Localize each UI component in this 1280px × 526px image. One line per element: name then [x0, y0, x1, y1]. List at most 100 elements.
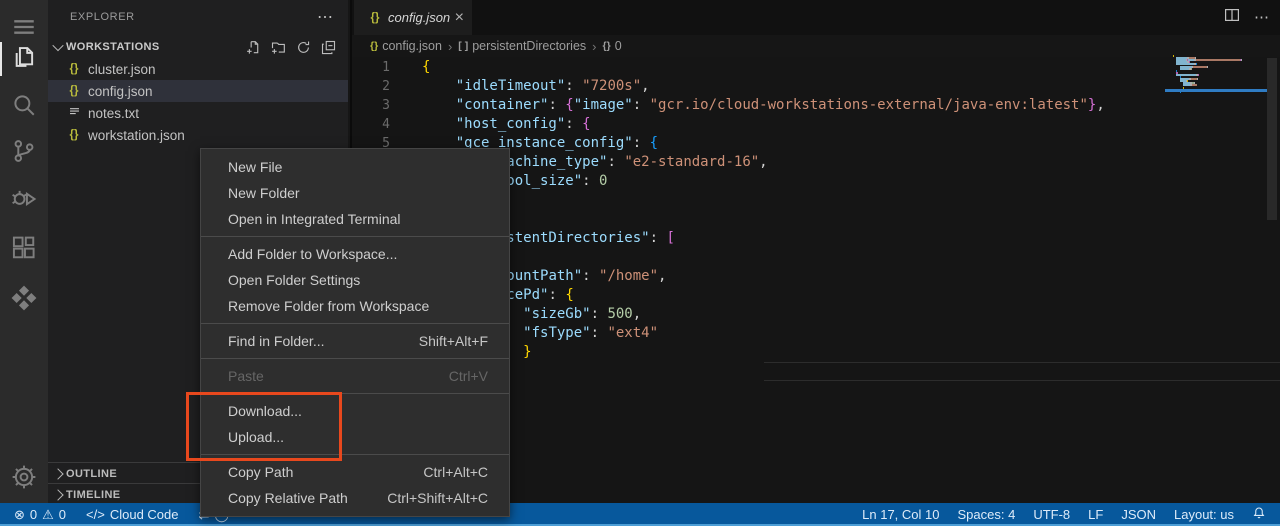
sidebar-header: EXPLORER ⋯ — [48, 0, 348, 34]
extensions-icon — [11, 235, 37, 266]
ide-window: EXPLORER ⋯ WORKSTATIONS {}cluster.json{}… — [0, 0, 1280, 526]
line-number: 4 — [352, 115, 390, 134]
menu-item-download[interactable]: Download... — [201, 398, 509, 424]
menu-separator — [201, 393, 509, 394]
refresh-icon[interactable] — [295, 39, 311, 55]
sidebar-more-actions-icon[interactable]: ⋯ — [317, 7, 334, 27]
menu-item-find-in-folder[interactable]: Find in Folder...Shift+Alt+F — [201, 328, 509, 354]
activity-bar-item-run-debug[interactable] — [0, 178, 48, 224]
status-text: 0 — [59, 507, 66, 522]
minimap-line — [1173, 55, 1174, 57]
file-item-config.json[interactable]: {}config.json — [48, 80, 348, 102]
minimap[interactable] — [1173, 0, 1265, 503]
close-icon[interactable]: × — [455, 10, 464, 26]
activity-bar-item-search[interactable] — [0, 84, 48, 130]
status-encoding[interactable]: UTF-8 — [1033, 507, 1070, 522]
activity-bar-item-settings[interactable] — [0, 456, 48, 502]
menu-item-open-folder-settings[interactable]: Open Folder Settings — [201, 267, 509, 293]
file-item-cluster.json[interactable]: {}cluster.json — [48, 58, 348, 80]
menu-item-label: New File — [228, 159, 488, 175]
new-file-icon[interactable] — [245, 39, 261, 55]
file-name: notes.txt — [88, 106, 139, 121]
breadcrumb-item[interactable]: config.json — [382, 39, 442, 53]
activity-bar-item-source-control[interactable] — [0, 130, 48, 176]
activity-bar-item-cloud-code[interactable] — [0, 277, 48, 323]
minimap-line — [1198, 74, 1199, 76]
files-icon — [11, 44, 37, 75]
workspace-section-header[interactable]: WORKSTATIONS — [48, 36, 348, 58]
status-bar-right: Ln 17, Col 10 Spaces: 4 UTF-8 LF JSON Layout:… — [862, 506, 1280, 523]
new-folder-icon[interactable] — [270, 39, 286, 55]
menu-item-shortcut: Ctrl+Shift+Alt+C — [387, 490, 488, 506]
menu-item-copy-path[interactable]: Copy PathCtrl+Alt+C — [201, 459, 509, 485]
minimap-line — [1183, 84, 1190, 86]
chevron-right-icon — [52, 468, 63, 479]
menu-separator — [201, 358, 509, 359]
activity-bar-item-explorer[interactable] — [0, 36, 48, 82]
breadcrumb-item[interactable]: 0 — [615, 39, 622, 53]
breadcrumb[interactable]: {}config.json›[ ]persistentDirectories›{… — [352, 35, 1280, 57]
file-name: cluster.json — [88, 62, 156, 77]
menu-separator — [201, 454, 509, 455]
collapse-all-icon[interactable] — [320, 39, 336, 55]
section-label: OUTLINE — [66, 468, 117, 480]
error-icon: ⊗ — [14, 507, 25, 523]
line-number: 2 — [352, 77, 390, 96]
status-text: Cloud Code — [110, 507, 179, 522]
cloud-code-icon — [11, 285, 37, 316]
menu-item-copy-relative-path[interactable]: Copy Relative PathCtrl+Shift+Alt+C — [201, 485, 509, 511]
status-problems[interactable]: ⊗0⚠0 — [14, 507, 66, 523]
file-item-notes.txt[interactable]: notes.txt — [48, 102, 348, 124]
menu-item-open-in-integrated-terminal[interactable]: Open in Integrated Terminal — [201, 206, 509, 232]
menu-item-label: Open in Integrated Terminal — [228, 211, 488, 227]
status-bar: ⊗0⚠0</>Cloud Code⇄◯ Ln 17, Col 10Spaces:… — [0, 503, 1280, 526]
status-cursor-position[interactable]: Ln 17, Col 10 — [862, 507, 939, 522]
minimap-line — [1191, 68, 1192, 70]
tab-strip: {} config.json × ⋯ — [352, 0, 1280, 35]
minimap-line — [1196, 59, 1240, 61]
activity-bar-item-extensions[interactable] — [0, 227, 48, 273]
menu-item-label: Upload... — [228, 429, 488, 445]
status-language-mode[interactable]: JSON — [1121, 507, 1156, 522]
file-name: workstation.json — [88, 128, 185, 143]
context-menu: New File New Folder Open in Integrated Ter… — [200, 148, 510, 517]
breadcrumb-item[interactable]: persistentDirectories — [472, 39, 586, 53]
menu-item-label: Download... — [228, 403, 488, 419]
status-cloud-code[interactable]: </>Cloud Code — [86, 507, 178, 522]
status-notifications[interactable] — [1252, 506, 1266, 523]
menu-item-new-folder[interactable]: New Folder — [201, 180, 509, 206]
json-array-icon: [ ] — [458, 40, 468, 52]
chevron-right-icon — [52, 489, 63, 500]
status-keyboard-layout[interactable]: Layout: us — [1174, 507, 1234, 522]
tab-config-json[interactable]: {} config.json × — [354, 0, 472, 35]
json-braces-icon: {} — [65, 85, 83, 97]
menu-item-paste: PasteCtrl+V — [201, 363, 509, 389]
line-number: 1 — [352, 58, 390, 77]
file-item-workstation.json[interactable]: {} workstation.json — [48, 124, 348, 146]
json-braces-icon: {} — [65, 129, 83, 141]
activity-bar — [0, 0, 48, 503]
code-line-1: { — [422, 58, 430, 77]
minimap-line — [1193, 66, 1207, 68]
status-eol[interactable]: LF — [1088, 507, 1103, 522]
vertical-scrollbar[interactable] — [1267, 58, 1277, 220]
menu-item-label: New Folder — [228, 185, 488, 201]
status-indentation[interactable]: Spaces: 4 — [957, 507, 1015, 522]
source-control-icon — [11, 138, 37, 169]
menu-item-add-folder-to-workspace[interactable]: Add Folder to Workspace... — [201, 241, 509, 267]
minimap-line — [1197, 78, 1198, 80]
status-text: Layout: us — [1174, 507, 1234, 522]
line-number: 3 — [352, 96, 390, 115]
settings-gear-icon — [11, 464, 37, 495]
menu-item-shortcut: Ctrl+V — [449, 368, 488, 384]
status-text: UTF-8 — [1033, 507, 1070, 522]
warning-icon: ⚠ — [42, 507, 54, 523]
breadcrumb-separator: › — [448, 39, 452, 54]
json-object-icon: {} — [370, 40, 378, 52]
menu-item-new-file[interactable]: New File — [201, 154, 509, 180]
minimap-line — [1180, 68, 1189, 70]
status-text: Ln 17, Col 10 — [862, 507, 939, 522]
menu-item-upload[interactable]: Upload... — [201, 424, 509, 450]
minimap-line — [1192, 84, 1197, 86]
menu-item-remove-folder-from-workspace[interactable]: Remove Folder from Workspace — [201, 293, 509, 319]
